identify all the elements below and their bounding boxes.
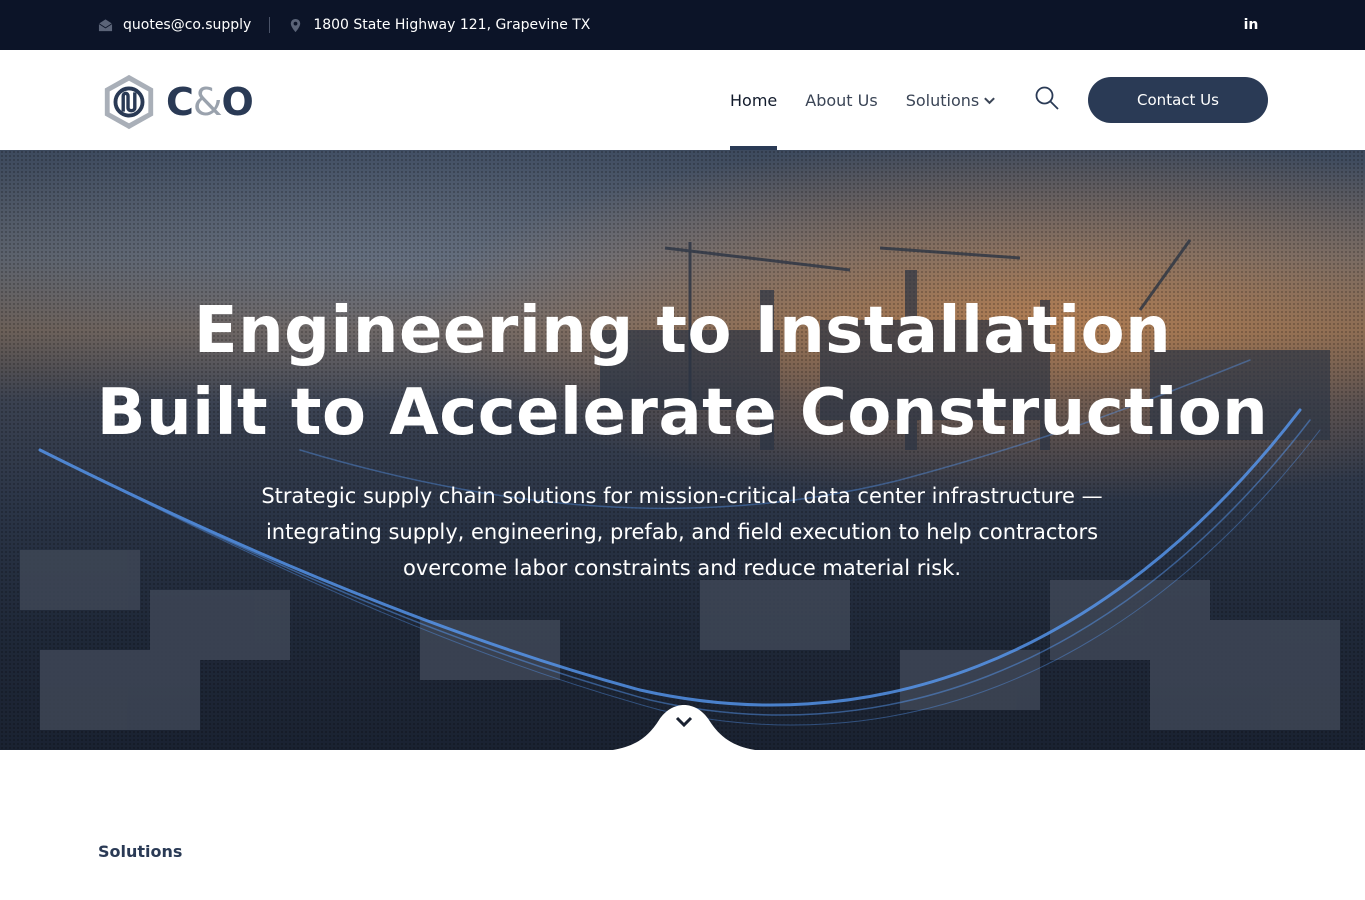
logo-mark-icon (104, 74, 154, 130)
top-bar: quotes@co.supply 1800 State Highway 121,… (0, 0, 1365, 50)
nav-solutions[interactable]: Solutions (906, 50, 997, 150)
hero-title: Engineering to Installation Built to Acc… (0, 290, 1365, 454)
address-link[interactable]: 1800 State Highway 121, Grapevine TX (288, 17, 590, 33)
linkedin-icon[interactable]: in (1240, 15, 1262, 35)
nav-home[interactable]: Home (730, 50, 778, 150)
map-pin-icon (291, 18, 301, 32)
hero-subtitle: Strategic supply chain solutions for mis… (261, 484, 1103, 580)
main-nav: Home About Us Solutions (730, 50, 1024, 150)
hero-title-line2: Built to Accelerate Construction (96, 376, 1269, 450)
search-icon[interactable] (1034, 85, 1060, 111)
email-link[interactable]: quotes@co.supply (98, 17, 251, 33)
divider (269, 17, 271, 33)
cutoff-text (98, 894, 658, 900)
email-text: quotes@co.supply (123, 17, 252, 33)
chevron-down-icon (984, 96, 996, 104)
logo[interactable]: C&O (100, 72, 254, 132)
hero-section: Engineering to Installation Built to Acc… (0, 150, 1365, 750)
scroll-down-icon[interactable] (670, 710, 698, 734)
logo-wordmark: C&O (166, 80, 254, 124)
address-text: 1800 State Highway 121, Grapevine TX (313, 17, 591, 33)
hero-title-line1: Engineering to Installation (193, 294, 1172, 368)
contact-info: quotes@co.supply 1800 State Highway 121,… (98, 0, 590, 50)
site-header: C&O Home About Us Solutions Contact Us (0, 50, 1365, 150)
nav-solutions-label: Solutions (905, 90, 980, 110)
contact-us-button[interactable]: Contact Us (1088, 77, 1268, 123)
envelope-icon (98, 18, 113, 31)
section-label-solutions: Solutions (98, 842, 183, 861)
nav-about-us[interactable]: About Us (805, 50, 877, 150)
